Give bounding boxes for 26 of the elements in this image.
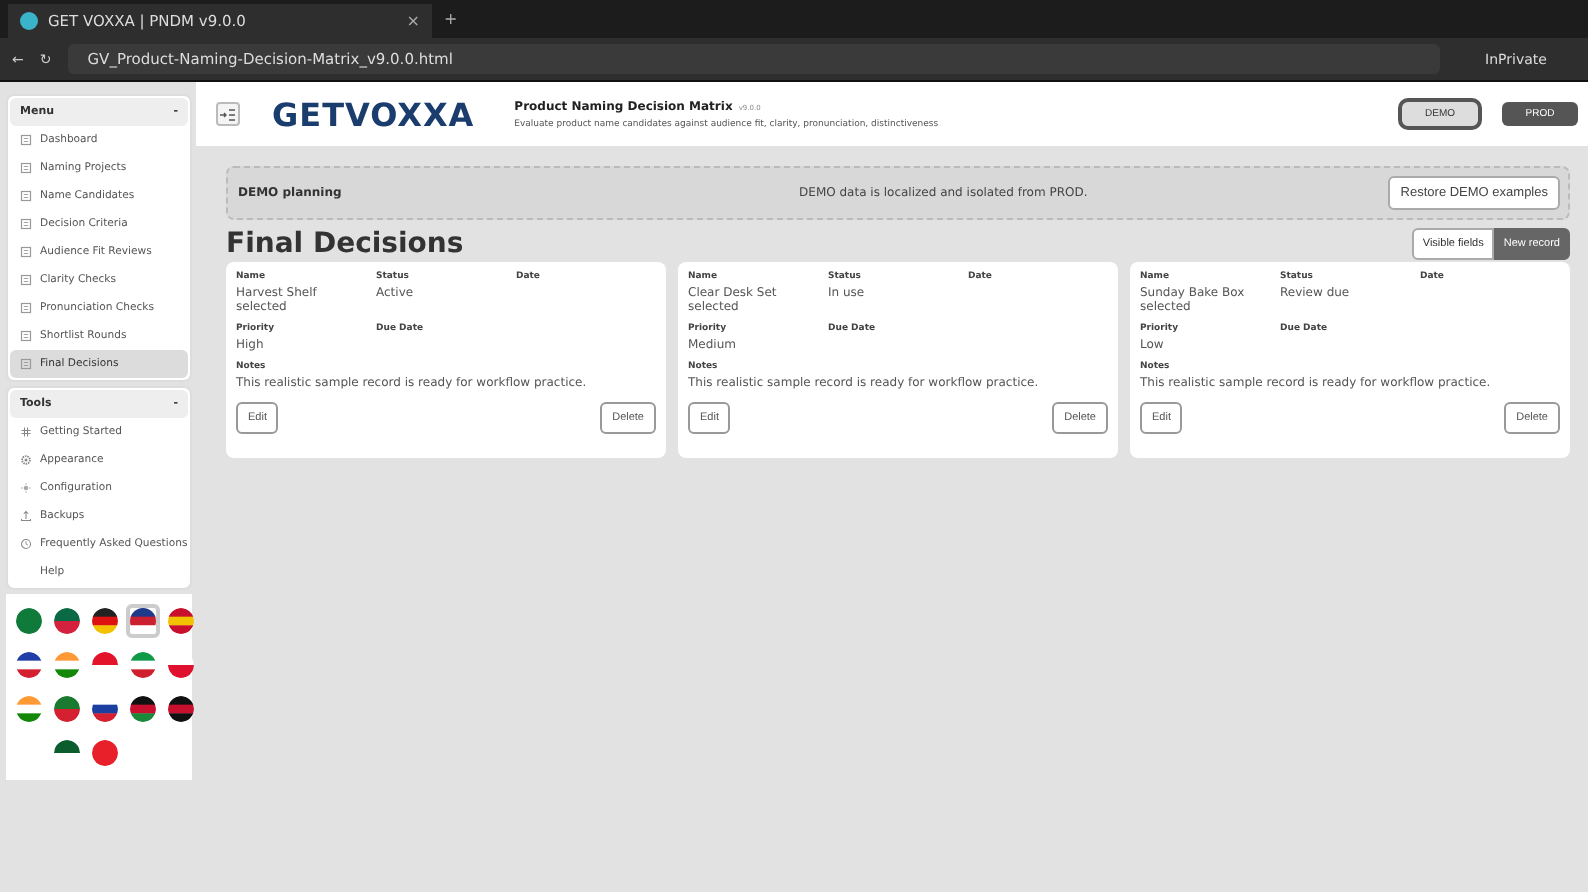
language-flag[interactable] [12,648,46,682]
new-tab-button[interactable]: + [444,10,458,28]
language-flag[interactable] [50,604,84,638]
favicon-icon [20,12,38,30]
close-tab-button[interactable]: × [406,12,420,30]
page-title: Final Decisions [226,228,464,260]
list-icon [20,134,32,146]
list-icon [20,246,32,258]
list-icon [20,330,32,342]
language-flag[interactable] [164,692,198,726]
list-icon [20,162,32,174]
list-icon [20,358,32,370]
language-flag[interactable] [126,692,160,726]
list-icon [20,190,32,202]
list-icon [20,302,32,314]
upload-icon [20,510,32,522]
clock-icon [20,538,32,550]
hash-icon [20,426,32,438]
language-flag[interactable] [126,604,160,638]
sidebar-toggle-button[interactable] [216,102,240,126]
language-flag[interactable] [88,604,122,638]
list-icon [20,218,32,230]
logo: GETVOXXA [272,95,475,133]
gear-icon [20,454,32,466]
sun-icon [20,482,32,494]
list-icon [20,274,32,286]
